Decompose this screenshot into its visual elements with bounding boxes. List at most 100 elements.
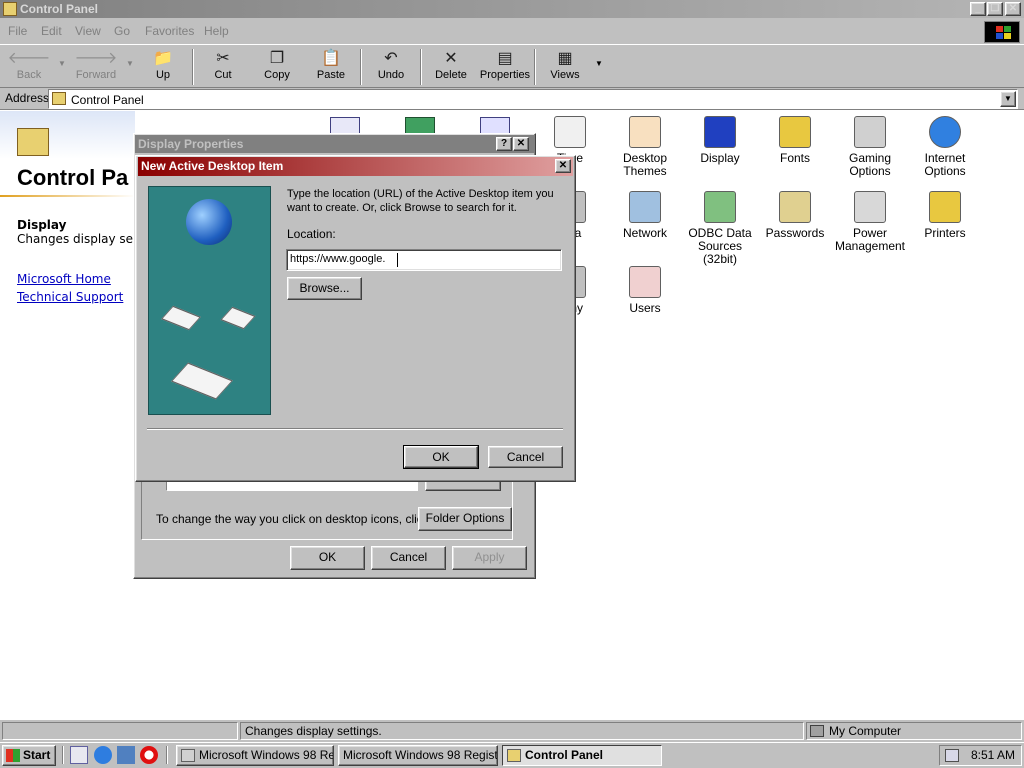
display-properties-title-bar[interactable]: Display Properties ? ✕ xyxy=(135,135,534,153)
minimize-button[interactable]: _ xyxy=(970,2,986,16)
menu-go[interactable]: Go xyxy=(114,24,130,38)
start-button[interactable]: Start xyxy=(2,745,56,766)
wizard-illustration xyxy=(148,186,271,415)
views-dropdown-icon[interactable]: ▼ xyxy=(595,59,603,68)
ok-button[interactable]: OK xyxy=(403,445,479,469)
display-icon-item[interactable]: Display xyxy=(680,116,760,165)
window-icon xyxy=(181,749,195,762)
ok-button[interactable]: OK xyxy=(290,546,365,570)
forward-dropdown-icon[interactable]: ▼ xyxy=(126,59,134,68)
status-zone: My Computer xyxy=(806,722,1022,740)
passwords-icon-item[interactable]: Passwords xyxy=(755,191,835,240)
odbc-icon-item[interactable]: ODBC Data Sources (32bit) xyxy=(680,191,760,266)
toolbar-separator xyxy=(360,49,362,85)
toolbar-separator xyxy=(534,49,536,85)
taskbar-button-win98-re[interactable]: Microsoft Windows 98 Re... xyxy=(176,745,334,766)
cancel-button[interactable]: Cancel xyxy=(488,446,563,468)
location-input[interactable]: https://www.google. xyxy=(286,249,562,271)
clock[interactable]: 8:51 AM xyxy=(971,746,1015,765)
cancel-button[interactable]: Cancel xyxy=(371,546,446,570)
back-dropdown-icon[interactable]: ▼ xyxy=(58,59,66,68)
restore-button[interactable]: ❐ xyxy=(987,2,1003,16)
menu-view[interactable]: View xyxy=(75,24,101,38)
browse-button[interactable]: Browse... xyxy=(287,277,362,300)
cut-button[interactable]: ✂ Cut xyxy=(197,49,249,87)
icon-label: ODBC Data Sources (32bit) xyxy=(688,226,752,266)
back-arrow-icon: 🡐 xyxy=(7,50,51,67)
instructions-text: Type the location (URL) of the Active De… xyxy=(287,188,554,214)
location-label: Location: xyxy=(287,227,336,241)
users-icon-item[interactable]: Users xyxy=(605,266,685,315)
address-dropdown-button[interactable]: ▼ xyxy=(1000,91,1016,107)
opera-icon[interactable] xyxy=(140,746,158,764)
taskbar-button-control-panel[interactable]: Control Panel xyxy=(502,745,662,766)
menu-help[interactable]: Help xyxy=(204,24,229,38)
close-button[interactable]: ✕ xyxy=(555,159,571,173)
task-label: Microsoft Windows 98 Re... xyxy=(199,748,334,762)
fonts-folder-icon xyxy=(779,116,811,148)
properties-button[interactable]: ▤ Properties xyxy=(479,49,531,87)
undo-icon: ↶ xyxy=(384,50,398,67)
close-button[interactable]: ✕ xyxy=(1005,2,1021,16)
scissors-icon: ✂ xyxy=(216,50,230,67)
control-panel-icon xyxy=(3,2,17,16)
menu-edit[interactable]: Edit xyxy=(41,24,62,38)
menu-bar: File Edit View Go Favorites Help xyxy=(0,18,1024,44)
control-panel-icon xyxy=(52,92,66,105)
icon-label: Printers xyxy=(924,226,966,240)
views-icon: ▦ xyxy=(557,50,573,67)
outlook-express-icon[interactable] xyxy=(117,746,135,764)
panel-divider xyxy=(0,195,135,197)
fonts-icon-item[interactable]: Fonts xyxy=(755,116,835,165)
microsoft-home-link[interactable]: Microsoft Home xyxy=(17,272,111,286)
copy-button[interactable]: ❐ Copy xyxy=(251,49,303,87)
network-computers-icon xyxy=(629,191,661,223)
printers-icon-item[interactable]: Printers xyxy=(905,191,985,240)
address-value: Control Panel xyxy=(71,93,144,107)
selected-item-name: Display xyxy=(17,218,67,232)
back-button[interactable]: 🡐 Back xyxy=(3,49,55,87)
undo-button[interactable]: ↶ Undo xyxy=(365,49,417,87)
delete-button[interactable]: ✕ Delete xyxy=(425,49,477,87)
web-page-card-icon xyxy=(171,362,233,400)
internet-explorer-icon[interactable] xyxy=(94,746,112,764)
menu-file[interactable]: File xyxy=(8,24,27,38)
icon-label: Display xyxy=(700,151,740,165)
internet-options-icon-item[interactable]: Internet Options xyxy=(905,116,985,178)
dialog-title-bar[interactable]: New Active Desktop Item ✕ xyxy=(138,157,573,176)
taskbar-button-win98-registr[interactable]: Microsoft Windows 98 Registr... xyxy=(338,745,498,766)
close-button[interactable]: ✕ xyxy=(513,137,529,151)
apply-button[interactable]: Apply xyxy=(452,546,527,570)
task-label: Control Panel xyxy=(525,748,604,762)
address-label: Address xyxy=(5,91,50,105)
web-page-card-icon xyxy=(220,306,256,330)
menu-favorites[interactable]: Favorites xyxy=(145,24,194,38)
show-desktop-icon[interactable] xyxy=(70,746,88,764)
folder-options-button[interactable]: Folder Options xyxy=(418,507,512,531)
zone-label: My Computer xyxy=(829,724,902,738)
text-cursor xyxy=(397,253,398,267)
gaming-options-icon-item[interactable]: Gaming Options xyxy=(830,116,910,178)
help-button[interactable]: ? xyxy=(496,137,512,151)
forward-button[interactable]: 🡒 Forward xyxy=(70,49,122,87)
up-button[interactable]: 📁 Up xyxy=(137,49,189,87)
desktop-themes-icon-item[interactable]: Desktop Themes xyxy=(605,116,685,178)
users-icon xyxy=(629,266,661,298)
task-label: Microsoft Windows 98 Registr... xyxy=(343,748,498,762)
click-instructions: To change the way you click on desktop i… xyxy=(156,512,433,526)
network-icon-item[interactable]: Network xyxy=(605,191,685,240)
window-title-bar[interactable]: Control Panel _ ❐ ✕ xyxy=(0,0,1024,18)
system-tray: 8:51 AM xyxy=(939,745,1022,766)
clipboard-icon: 📋 xyxy=(321,50,341,67)
icon-label: Network xyxy=(622,226,667,240)
database-icon xyxy=(704,191,736,223)
status-pane-empty xyxy=(2,722,238,740)
scheduler-icon[interactable] xyxy=(945,749,959,762)
paste-button[interactable]: 📋 Paste xyxy=(305,49,357,87)
dialog-separator xyxy=(147,428,563,430)
technical-support-link[interactable]: Technical Support xyxy=(17,290,123,304)
views-button[interactable]: ▦ Views xyxy=(539,49,591,87)
power-management-icon-item[interactable]: Power Management xyxy=(830,191,910,253)
keys-icon xyxy=(779,191,811,223)
address-field[interactable]: Control Panel ▼ xyxy=(48,89,1018,109)
